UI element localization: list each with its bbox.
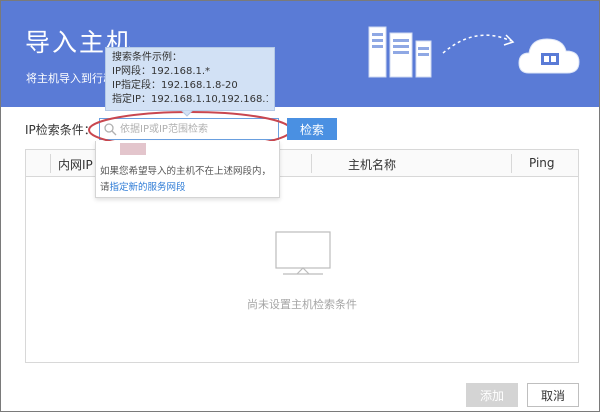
search-box[interactable]: [99, 118, 279, 140]
header-illustration: [368, 26, 580, 78]
cancel-button[interactable]: 取消: [527, 383, 579, 407]
page-subtitle: 将主机导入到行动: [26, 72, 114, 85]
tooltip-line: IP网段：192.168.1.*: [112, 66, 211, 77]
column-ip: 内网IP: [58, 158, 93, 172]
import-host-dialog: 导入主机 将主机导入到行动 IP检索条件： 依据IP或IP范围检索 检索 内网I…: [0, 0, 600, 412]
tooltip-line: 指定IP：192.168.1.10,192.168.1.23: [112, 94, 268, 105]
specify-network-link[interactable]: 指定新的服务网段: [110, 182, 186, 193]
tooltip-title: 搜索条件示例：: [112, 52, 182, 63]
hint-popup: 如果您希望导入的主机不在上述网段内， 请指定新的服务网段: [95, 141, 280, 198]
empty-state-text: 尚未设置主机检索条件: [247, 298, 357, 311]
header-banner: 导入主机 将主机导入到行动: [1, 1, 599, 107]
search-input[interactable]: [120, 119, 275, 139]
column-hostname: 主机名称: [348, 158, 397, 172]
tooltip-arrow: [181, 110, 193, 117]
monitor-icon: [275, 231, 331, 275]
tooltip-line: IP指定段：192.168.1.8-20: [112, 80, 238, 91]
cloud-icon: [518, 38, 580, 74]
column-ping: Ping: [529, 156, 555, 170]
dotted-arrow-icon: [442, 34, 512, 54]
search-icon: [104, 123, 117, 136]
hint-line: 请指定新的服务网段: [100, 179, 186, 193]
search-example-tooltip: 搜索条件示例： IP网段：192.168.1.* IP指定段：192.168.1…: [105, 47, 275, 111]
column-divider: [50, 154, 51, 173]
redacted-mark: [120, 143, 146, 155]
hint-prefix: 请: [100, 182, 110, 193]
search-button[interactable]: 检索: [287, 118, 337, 140]
search-condition-label: IP检索条件：: [25, 123, 96, 137]
column-divider: [511, 154, 512, 173]
hint-text: 如果您希望导入的主机不在上述网段内，: [100, 166, 272, 177]
server-icon: [368, 26, 432, 78]
add-button[interactable]: 添加: [466, 383, 518, 407]
column-divider: [311, 154, 312, 173]
